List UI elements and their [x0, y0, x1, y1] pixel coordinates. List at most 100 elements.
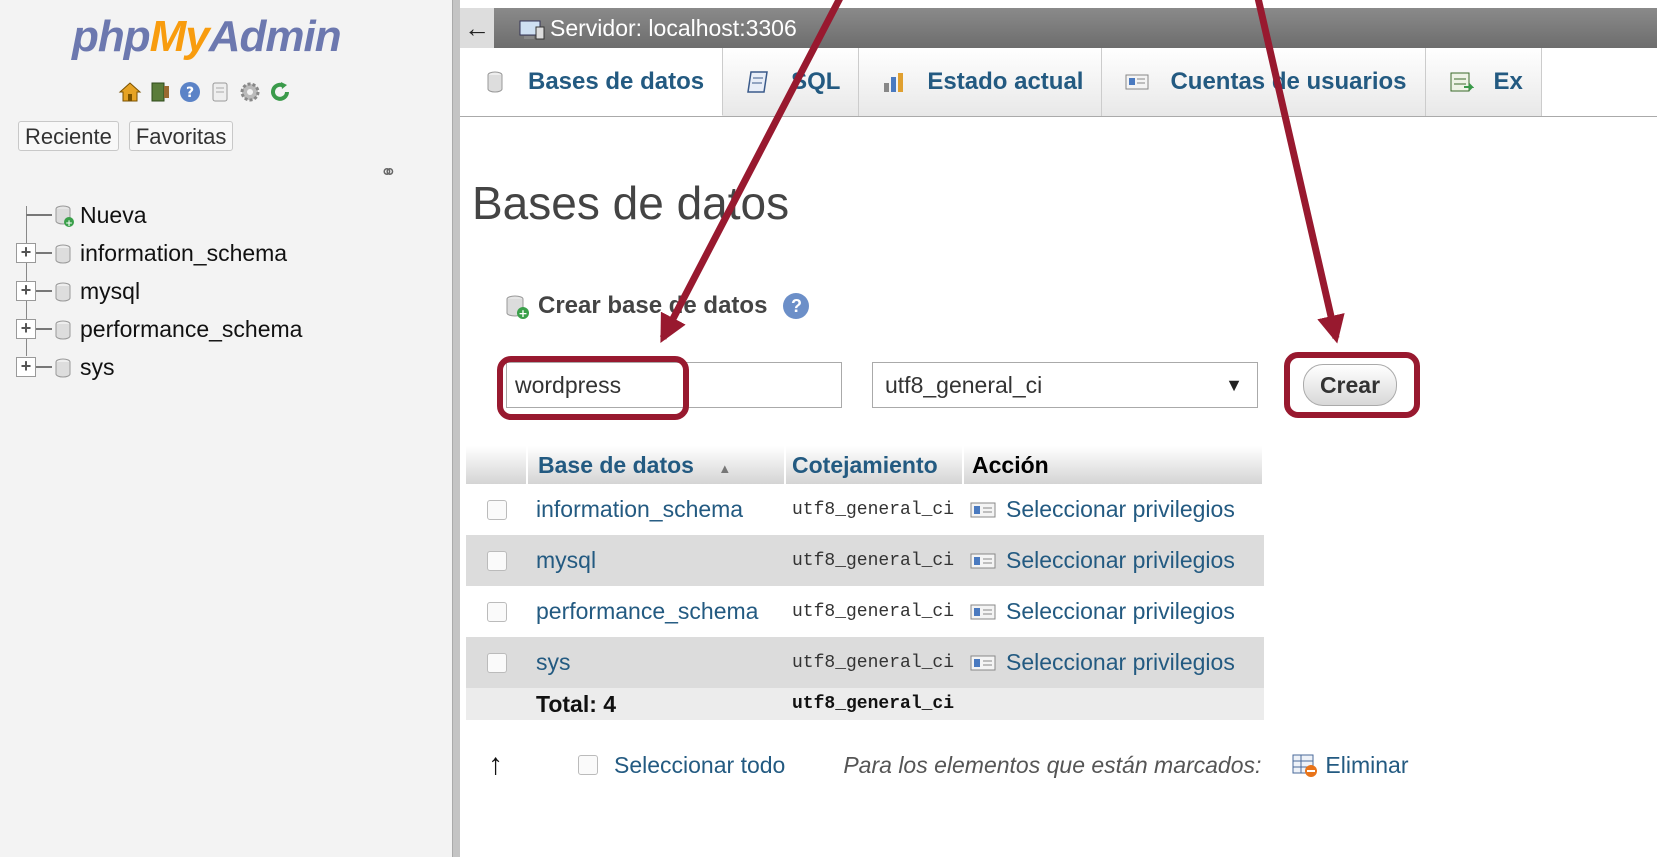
tree-item-label: sys: [80, 353, 115, 380]
server-icon: [519, 20, 545, 40]
select-all-checkbox[interactable]: [578, 755, 598, 775]
expand-icon[interactable]: +: [16, 243, 36, 263]
row-checkbox[interactable]: [487, 652, 507, 673]
tree-item-new[interactable]: + Nueva: [16, 196, 302, 234]
tab-export[interactable]: Ex: [1425, 48, 1542, 116]
collation-cell: utf8_general_ci: [792, 499, 955, 520]
status-icon: [884, 73, 904, 92]
table-row: sys utf8_general_ci Seleccionar privileg…: [466, 637, 1264, 688]
total-collation: utf8_general_ci: [792, 694, 955, 714]
privileges-icon: [970, 604, 996, 619]
link-chain-icon[interactable]: ⚭: [380, 160, 397, 185]
select-all-label[interactable]: Seleccionar todo: [614, 752, 785, 779]
main-tabs: Bases de datos SQL Estado actual Cuentas…: [460, 48, 1657, 117]
sql-icon: [747, 71, 768, 93]
privileges-icon: [970, 553, 996, 568]
header-database-name[interactable]: Base de datos ▲: [528, 446, 786, 484]
reload-icon[interactable]: [268, 80, 292, 104]
database-icon: [54, 357, 72, 378]
tree-line: [36, 252, 52, 254]
collation-cell: utf8_general_ci: [792, 652, 955, 673]
databases-table: Base de datos ▲ Cotejamiento Acción info…: [466, 446, 1264, 720]
settings-icon[interactable]: [238, 80, 262, 104]
users-icon: [1125, 74, 1149, 90]
tree-item-label: information_schema: [80, 239, 288, 266]
tab-user-accounts[interactable]: Cuentas de usuarios: [1102, 48, 1426, 116]
tree-item-performance-schema[interactable]: + performance_schema: [16, 310, 302, 348]
tab-databases[interactable]: Bases de datos: [460, 48, 724, 116]
database-link[interactable]: information_schema: [528, 496, 786, 523]
svg-text:+: +: [518, 307, 527, 320]
tree-item-sys[interactable]: + sys: [16, 348, 302, 386]
tree-item-mysql[interactable]: + mysql: [16, 272, 302, 310]
tab-status[interactable]: Estado actual: [859, 48, 1103, 116]
expand-icon[interactable]: +: [16, 319, 36, 339]
row-checkbox[interactable]: [487, 499, 507, 520]
server-breadcrumb[interactable]: Servidor: localhost:3306: [518, 8, 797, 48]
home-icon[interactable]: [118, 80, 142, 104]
delete-table-icon: [1292, 754, 1318, 777]
favorites-button[interactable]: Favoritas: [128, 121, 234, 151]
database-link[interactable]: mysql: [528, 547, 786, 574]
check-privileges-link[interactable]: Seleccionar privilegios: [964, 649, 1264, 676]
privileges-icon: [970, 655, 996, 670]
expand-icon[interactable]: +: [16, 357, 36, 377]
header-checkbox-column: [466, 446, 528, 484]
database-icon: [54, 319, 72, 340]
database-link[interactable]: performance_schema: [528, 598, 786, 625]
navigation-sidebar: phpMyAdmin ? Reciente Favoritas ⚭ + Nuev…: [0, 0, 452, 857]
quick-icons: ?: [118, 80, 292, 104]
tree-item-label: Nueva: [80, 201, 147, 228]
table-row: information_schema utf8_general_ci Selec…: [466, 484, 1264, 535]
collation-select[interactable]: utf8_general_ci ▼: [872, 362, 1258, 408]
total-label: Total: 4: [536, 690, 617, 717]
collation-cell: utf8_general_ci: [792, 601, 955, 622]
database-icon: [54, 243, 72, 264]
database-icon: [487, 71, 503, 92]
table-footer: Total: 4 utf8_general_ci: [466, 688, 1264, 720]
delete-selected-button[interactable]: Eliminar: [1291, 752, 1409, 779]
help-icon[interactable]: ?: [178, 80, 202, 104]
expand-icon[interactable]: +: [16, 281, 36, 301]
check-privileges-link[interactable]: Seleccionar privilegios: [964, 547, 1264, 574]
tab-sql[interactable]: SQL: [723, 48, 860, 116]
with-selected-label: Para los elementos que están marcados:: [843, 751, 1262, 778]
export-icon: [1450, 72, 1474, 92]
privileges-icon: [970, 502, 996, 517]
database-link[interactable]: sys: [528, 649, 786, 676]
help-icon[interactable]: ?: [783, 293, 810, 319]
header-collation[interactable]: Cotejamiento: [786, 446, 964, 484]
tree-item-label: mysql: [80, 277, 141, 304]
tree-item-information-schema[interactable]: + information_schema: [16, 234, 302, 272]
recent-button[interactable]: Reciente: [18, 121, 119, 151]
new-database-icon: +: [506, 295, 529, 320]
row-checkbox[interactable]: [487, 550, 507, 571]
row-checkbox[interactable]: [487, 601, 507, 622]
tree-line: [36, 328, 52, 330]
create-database-heading: + Crear base de datos ?: [504, 292, 810, 320]
sidebar-resize-handle[interactable]: [452, 0, 460, 857]
check-privileges-link[interactable]: Seleccionar privilegios: [964, 496, 1264, 523]
table-row: mysql utf8_general_ci Seleccionar privil…: [466, 535, 1264, 586]
server-breadcrumb-bar: ← Servidor: localhost:3306: [460, 8, 1657, 48]
new-database-icon: +: [54, 205, 74, 229]
bulk-actions-bar: ↑ Seleccionar todo Para los elementos qu…: [488, 748, 1409, 782]
table-row: performance_schema utf8_general_ci Selec…: [466, 586, 1264, 637]
sort-ascending-icon: ▲: [718, 461, 732, 476]
page-title: Bases de datos: [472, 177, 790, 229]
exit-icon[interactable]: [148, 80, 172, 104]
database-tree: + Nueva + information_schema + mysql + p…: [16, 196, 302, 386]
database-icon: [54, 281, 72, 302]
header-action: Acción: [964, 446, 1264, 484]
svg-text:?: ?: [186, 85, 194, 101]
table-header: Base de datos ▲ Cotejamiento Acción: [466, 446, 1264, 484]
dropdown-arrow-icon: ▼: [1225, 375, 1243, 395]
phpmyadmin-logo[interactable]: phpMyAdmin: [72, 12, 342, 62]
annotation-highlight-button: [1284, 352, 1420, 418]
tree-item-label: performance_schema: [80, 315, 303, 342]
collapse-sidebar-button[interactable]: ←: [460, 8, 494, 48]
tree-line: [26, 214, 52, 216]
docs-icon[interactable]: [208, 80, 232, 104]
arrow-up-icon: ↑: [488, 748, 503, 781]
check-privileges-link[interactable]: Seleccionar privilegios: [964, 598, 1264, 625]
